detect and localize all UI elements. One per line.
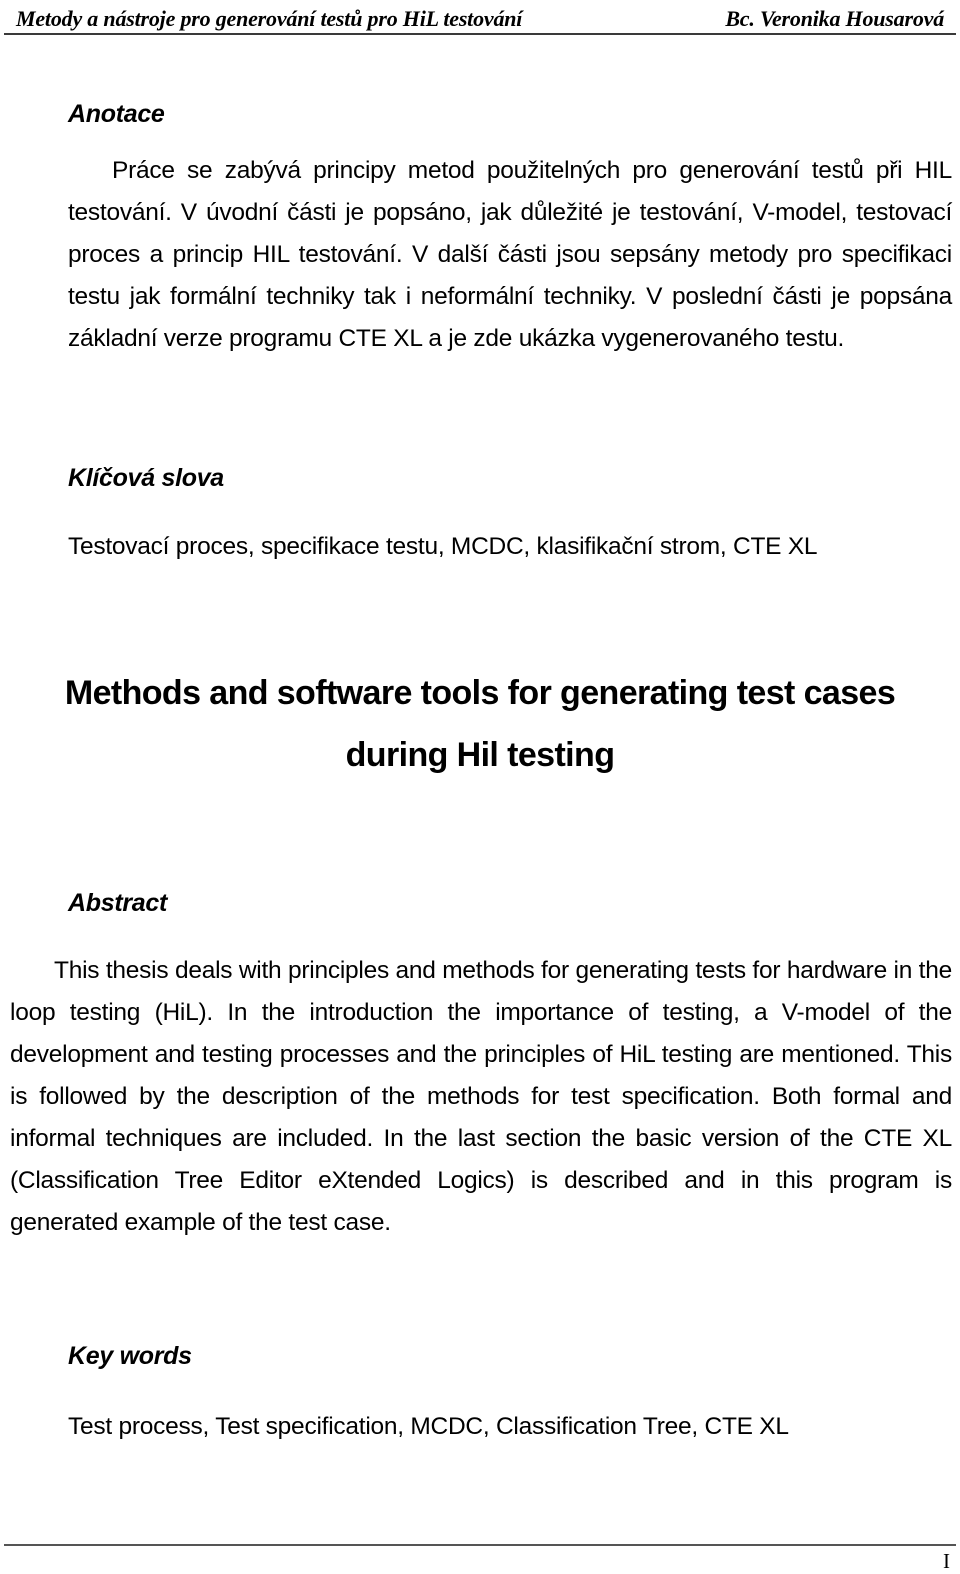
- header-divider: [4, 33, 956, 35]
- abstract-heading: Abstract: [68, 889, 168, 917]
- page-number: I: [943, 1549, 950, 1573]
- english-title-line-2: during Hil testing: [345, 736, 615, 774]
- header-author-name: Bc. Veronika Housarová: [725, 6, 944, 31]
- key-words-paragraph: Test process, Test specification, MCDC, …: [68, 1413, 789, 1440]
- key-words-body-block: Test process, Test specification, MCDC, …: [68, 1410, 952, 1444]
- abstract-paragraph: This thesis deals with principles and me…: [10, 957, 952, 1236]
- klicova-slova-heading: Klíčová slova: [68, 464, 224, 492]
- english-title-block: Methods and software tools for generatin…: [10, 662, 950, 786]
- klicova-slova-section: Klíčová slova: [68, 463, 568, 493]
- klicova-slova-paragraph: Testovací proces, specifikace testu, MCD…: [68, 533, 818, 560]
- anotace-heading: Anotace: [68, 100, 165, 128]
- key-words-section: Key words: [68, 1341, 568, 1371]
- document-page: Metody a nástroje pro generování testů p…: [0, 0, 960, 1574]
- anotace-body-block: Práce se zabývá principy metod použiteln…: [68, 150, 952, 360]
- english-title-line-1: Methods and software tools for generatin…: [64, 674, 896, 712]
- abstract-section: Abstract: [68, 888, 568, 918]
- klicova-slova-body-block: Testovací proces, specifikace testu, MCD…: [68, 530, 952, 564]
- anotace-section: Anotace: [68, 99, 568, 129]
- key-words-heading: Key words: [68, 1342, 192, 1370]
- abstract-body-block: This thesis deals with principles and me…: [10, 950, 952, 1244]
- running-header: Metody a nástroje pro generování testů p…: [6, 6, 954, 32]
- anotace-paragraph: Práce se zabývá principy metod použiteln…: [68, 157, 952, 352]
- header-thesis-title: Metody a nástroje pro generování testů p…: [16, 6, 523, 31]
- footer-divider: [4, 1544, 956, 1546]
